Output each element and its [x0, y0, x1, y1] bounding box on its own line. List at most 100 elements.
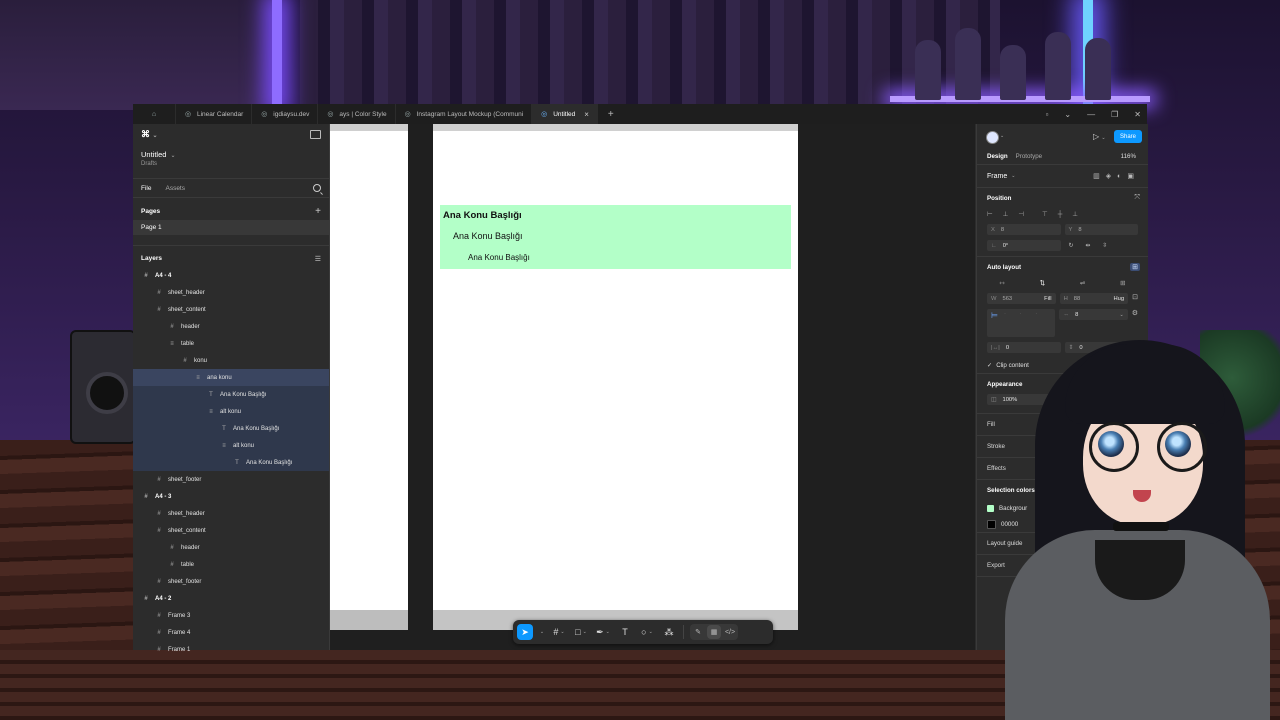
layer-row[interactable]: ≡ alt konu [133, 403, 329, 420]
file-name[interactable]: Untitled ⌄ [133, 144, 329, 159]
tab-assets[interactable]: Assets [165, 185, 185, 192]
align-center-v-icon[interactable]: ┼ [1058, 211, 1063, 218]
text-tool-button[interactable]: T [617, 624, 633, 640]
notes-icon[interactable]: ▫ [1046, 110, 1049, 119]
tab-design[interactable]: Design [987, 153, 1008, 160]
align-left-icon[interactable]: ⊢ [987, 210, 993, 218]
add-page-button[interactable]: + [315, 206, 321, 217]
y-field[interactable]: Y8 [1064, 224, 1138, 235]
design-mode-icon[interactable]: ▦ [707, 625, 721, 639]
layer-row[interactable]: # A4 - 2 [133, 590, 329, 607]
tab-file-active[interactable]: ◎ Untitled × [532, 104, 598, 124]
layers-list-icon[interactable]: ☰ [315, 255, 321, 263]
width-field[interactable]: W 563 Fill [987, 293, 1056, 304]
resize-icon[interactable]: ⊡ [1132, 293, 1138, 304]
align-right-icon[interactable]: ⊣ [1018, 210, 1024, 218]
layer-row[interactable]: # sheet_footer [133, 471, 329, 488]
tab-file[interactable]: ◎ igdiaysu.dev [252, 104, 319, 124]
layer-row[interactable]: ≡ alt konu [133, 437, 329, 454]
frame-a4-left[interactable] [330, 124, 408, 610]
zoom-level[interactable]: 116% [1121, 153, 1136, 160]
chevron-down-icon[interactable]: ⌄ [1000, 133, 1004, 139]
height-field[interactable]: H 88 Hug [1059, 293, 1129, 304]
present-icon[interactable]: ▷ ⌄ [1093, 132, 1106, 141]
frame-actions-icons[interactable]: ▥◈◐▣ [1093, 172, 1140, 180]
tab-file[interactable]: ◎ Instagram Layout Mockup (Communi [396, 104, 533, 124]
frame-a4[interactable]: Ana Konu Başlığı Ana Konu Başlığı Ana Ko… [433, 124, 798, 629]
tab-file[interactable]: ◎ Linear Calendar [176, 104, 253, 124]
layer-row[interactable]: # header [133, 318, 329, 335]
canvas[interactable]: Ana Konu Başlığı Ana Konu Başlığı Ana Ko… [330, 124, 975, 650]
close-tab-icon[interactable]: × [584, 110, 589, 119]
layer-row[interactable]: T Ana Konu Başlığı [133, 386, 329, 403]
layer-row[interactable]: # Frame 1 [133, 641, 329, 658]
sub-subheading-text[interactable]: Ana Konu Başlığı [468, 253, 530, 262]
layer-row[interactable]: ≡ table [133, 335, 329, 352]
shape-tool-button[interactable]: □ ⌄ [573, 624, 589, 640]
align-bottom-icon[interactable]: ⊥ [1072, 210, 1078, 218]
share-button[interactable]: Share [1114, 130, 1142, 143]
rotation-field[interactable]: ∟ 0° [987, 240, 1061, 251]
layer-row[interactable]: # sheet_content [133, 301, 329, 318]
h-mode[interactable]: Hug [1113, 296, 1124, 302]
new-tab-button[interactable]: + [598, 109, 624, 120]
layer-row[interactable]: # A4 - 4 [133, 267, 329, 284]
page-item[interactable]: Page 1 [133, 220, 329, 235]
direction-horizontal-icon[interactable]: ⇿ [999, 279, 1004, 287]
w-mode[interactable]: Fill [1044, 296, 1051, 302]
tab-prototype[interactable]: Prototype [1016, 153, 1042, 160]
comment-tool-button[interactable]: ○ ⌄ [639, 624, 655, 640]
chevron-down-icon[interactable]: ⌄ [1064, 110, 1071, 119]
draw-mode-icon[interactable]: ✎ [691, 625, 705, 639]
layer-row[interactable]: # sheet_header [133, 505, 329, 522]
x-field[interactable]: X8 [987, 224, 1061, 235]
close-window-button[interactable]: ✕ [1134, 110, 1141, 119]
direction-vertical-icon[interactable]: ⇅ [1040, 279, 1045, 287]
chevron-down-icon[interactable]: ⌄ [539, 624, 545, 640]
layer-row[interactable]: # A4 - 3 [133, 488, 329, 505]
ana-konu-frame[interactable]: Ana Konu Başlığı Ana Konu Başlığı Ana Ko… [440, 205, 791, 269]
minimize-button[interactable]: — [1087, 110, 1095, 119]
dev-mode-icon[interactable]: </> [723, 625, 737, 639]
layer-row[interactable]: ≡ ana konu [133, 369, 329, 386]
direction-wrap-icon[interactable]: ⇌ [1080, 279, 1085, 287]
figma-menu-icon[interactable]: ⌘ ⌄ [141, 129, 158, 140]
toggle-sidebar-icon[interactable] [310, 129, 321, 139]
layer-row[interactable]: # konu [133, 352, 329, 369]
move-tool-button[interactable]: ➤ [517, 624, 533, 640]
frame-tool-button[interactable]: # ⌄ [551, 624, 567, 640]
align-top-icon[interactable]: ⊤ [1042, 210, 1048, 218]
layer-row[interactable]: # sheet_content [133, 522, 329, 539]
grid-layout-icon[interactable]: ⊞ [1120, 279, 1125, 287]
layer-row[interactable]: # sheet_footer [133, 573, 329, 590]
align-center-h-icon[interactable]: ⊥ [1003, 210, 1009, 218]
checkbox-checked-icon[interactable]: ✓ [987, 362, 992, 369]
layer-row[interactable]: # Frame 3 [133, 607, 329, 624]
home-tab[interactable]: ⌂ [133, 104, 176, 124]
color-swatch[interactable] [987, 504, 994, 512]
heading-text[interactable]: Ana Konu Başlığı [443, 210, 522, 221]
layer-row[interactable]: T Ana Konu Başlığı [133, 420, 329, 437]
maximize-button[interactable]: ❐ [1111, 110, 1118, 119]
tab-file[interactable]: File [141, 185, 151, 192]
rotate-icon[interactable]: ↻ [1069, 243, 1074, 249]
layer-row[interactable]: T Ana Konu Başlığı [133, 454, 329, 471]
layer-row[interactable]: # header [133, 539, 329, 556]
pen-tool-button[interactable]: ✒ ⌄ [595, 624, 611, 640]
tab-file[interactable]: ◎ ays | Color Style [318, 104, 396, 124]
file-location[interactable]: Drafts [133, 159, 329, 167]
search-icon[interactable] [313, 184, 321, 192]
layer-row[interactable]: # Frame 4 [133, 624, 329, 641]
actions-button[interactable]: ⁂ [661, 624, 677, 640]
layer-row[interactable]: # table [133, 556, 329, 573]
avatar[interactable] [986, 131, 999, 144]
layer-list: # A4 - 4 # sheet_header # sheet_content # heade… [133, 267, 329, 658]
subheading-text[interactable]: Ana Konu Başlığı [453, 231, 523, 241]
flip-horizontal-icon[interactable]: ⇹ [1085, 243, 1090, 249]
auto-layout-toggle-icon[interactable]: ⊞ [1130, 263, 1140, 271]
constraints-icon[interactable]: ⤧ [1134, 194, 1140, 202]
frame-type-selector[interactable]: Frame ⌄ ▥◈◐▣ [977, 165, 1148, 188]
layer-row[interactable]: # sheet_header [133, 284, 329, 301]
flip-vertical-icon[interactable]: ⇳ [1102, 243, 1107, 249]
gap-field[interactable]: ⇔ 8 ⌄ [1059, 309, 1128, 320]
